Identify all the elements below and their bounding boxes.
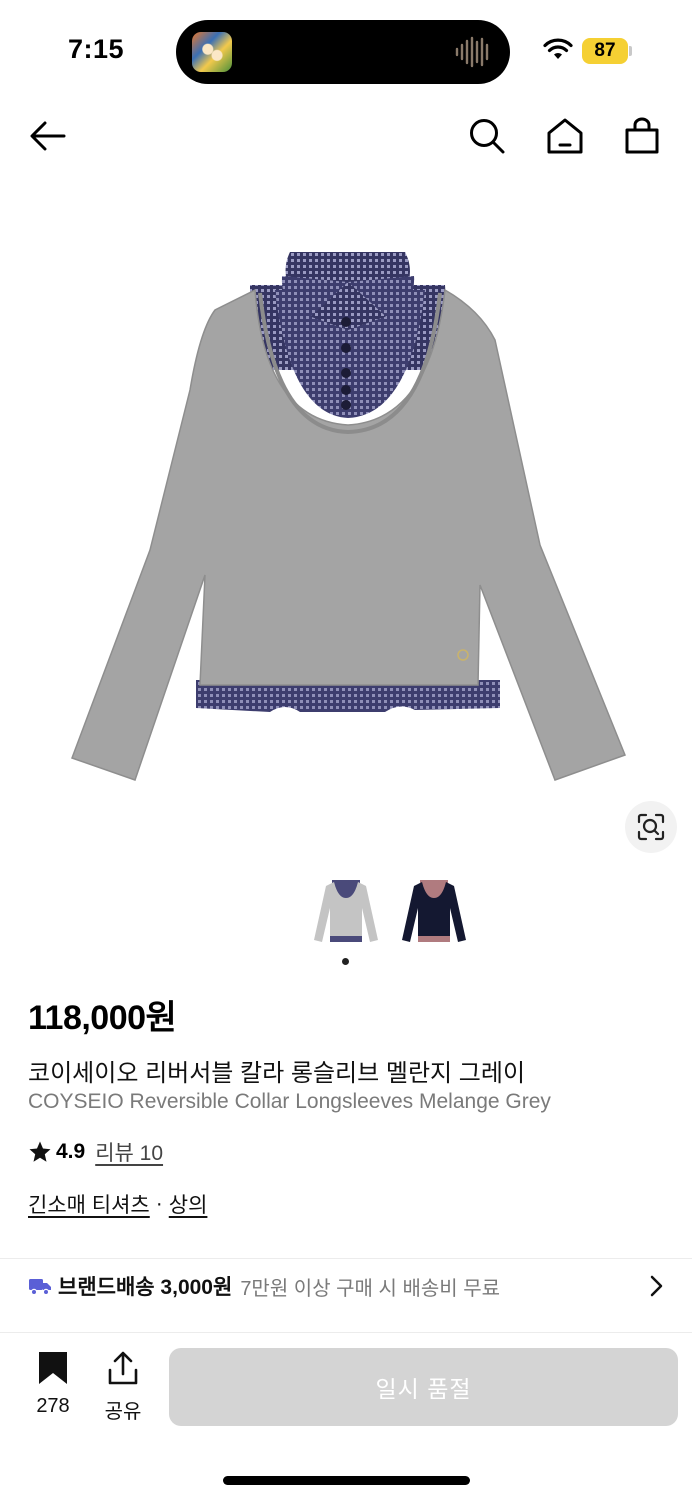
home-indicator[interactable] <box>223 1476 470 1485</box>
wifi-icon <box>543 38 573 59</box>
reviews-link[interactable]: 리뷰 10 <box>95 1137 163 1167</box>
category-link-longsleeve[interactable]: 긴소매 티셔츠 <box>28 1189 150 1219</box>
category-separator: · <box>155 1192 163 1215</box>
product-name-korean: 코이세이오 리버서블 칼라 롱슬리브 멜란지 그레이 <box>28 1060 526 1087</box>
rating-row: 4.9 리뷰 10 <box>28 1137 163 1167</box>
status-time: 7:15 <box>68 34 125 64</box>
back-arrow-icon <box>30 121 66 151</box>
divider <box>0 1258 692 1259</box>
home-icon <box>547 118 583 154</box>
truck-icon <box>29 1279 51 1296</box>
home-button[interactable] <box>543 114 587 158</box>
product-main-image[interactable] <box>0 190 692 870</box>
share-icon <box>108 1351 138 1385</box>
search-button[interactable] <box>465 114 509 158</box>
shopping-bag-icon <box>625 117 659 154</box>
bookmark-count: 278 <box>36 1395 70 1417</box>
visual-search-button[interactable] <box>625 801 677 853</box>
battery-tip <box>629 46 632 56</box>
now-playing-artwork <box>192 32 232 72</box>
share-button[interactable]: 공유 <box>98 1350 148 1424</box>
bookmark-button[interactable]: 278 <box>28 1350 78 1418</box>
rating-value: 4.9 <box>56 1140 86 1163</box>
back-button[interactable] <box>26 114 70 158</box>
product-price: 118,000원 <box>28 999 177 1037</box>
category-link-tops[interactable]: 상의 <box>169 1189 208 1219</box>
free-shipping-note: 7만원 이상 구매 시 배송비 무료 <box>240 1277 501 1300</box>
product-name-english: COYSEIO Reversible Collar Longsleeves Me… <box>28 1090 551 1113</box>
divider <box>0 1332 692 1333</box>
color-thumbnails <box>0 874 692 954</box>
visual-search-icon <box>637 813 665 841</box>
share-label: 공유 <box>104 1401 142 1423</box>
battery-indicator: 87 <box>582 38 628 64</box>
star-icon <box>29 1141 51 1162</box>
search-icon <box>470 119 505 154</box>
status-bar: 7:15 87 <box>0 0 692 100</box>
audio-waveform-icon <box>455 36 489 68</box>
carousel-page-indicator <box>342 958 349 965</box>
bottom-action-bar: 278 공유 일시 품절 <box>0 1336 692 1436</box>
cart-button[interactable] <box>620 114 664 158</box>
chevron-right-icon <box>650 1275 663 1297</box>
shipping-fee-label: 브랜드배송 3,000원 <box>58 1276 233 1299</box>
top-nav <box>0 104 692 164</box>
bookmark-icon <box>39 1352 67 1384</box>
thumbnail-grey[interactable] <box>310 874 382 950</box>
category-breadcrumb: 긴소매 티셔츠 · 상의 <box>28 1189 207 1219</box>
sold-out-button[interactable]: 일시 품절 <box>169 1348 678 1426</box>
dynamic-island[interactable] <box>176 20 510 84</box>
thumbnail-navy[interactable] <box>398 874 470 950</box>
shipping-info-row[interactable]: 브랜드배송 3,000원 7만원 이상 구매 시 배송비 무료 <box>28 1266 668 1306</box>
